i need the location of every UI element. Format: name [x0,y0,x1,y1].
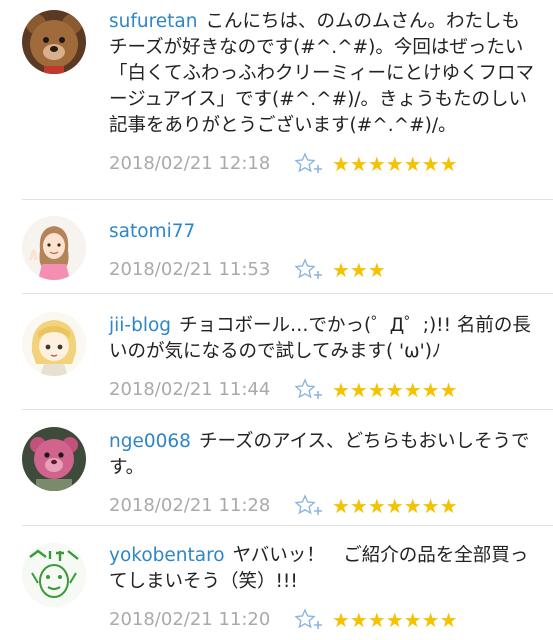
add-star-icon [295,494,322,515]
comment-meta: 2018/02/21 12:18 ★★★★★★★ [109,151,535,177]
add-star-icon [295,258,322,279]
avatar-blonde-character[interactable] [22,312,86,376]
add-star-icon [295,152,322,173]
comment-date[interactable]: 2018/02/21 11:44 [109,377,270,403]
comment-date[interactable]: 2018/02/21 11:28 [109,493,270,519]
star-rating[interactable]: ★★★★★★★ [332,493,458,519]
teddy-bear-image [22,10,86,74]
comment-text: チョコボール…でかっ(゜Д゜;)!! 名前の長いのが気になるので試してみます( … [109,315,531,362]
add-star-button[interactable] [295,378,323,402]
pink-bear-toy-image [22,427,86,491]
star-rating[interactable]: ★★★★★★★ [332,377,458,403]
avatar-pink-bear[interactable] [22,427,86,491]
comment-date[interactable]: 2018/02/21 11:20 [109,607,270,633]
comment-meta: 2018/02/21 11:20 ★★★★★★★ [109,607,535,633]
comment-username[interactable]: jii-blog [109,315,171,336]
comment-list: sufuretan こんにちは、のムのムさん。わたしもチーズが好きなのです(#^.… [0,0,553,640]
comment-item: jii-blog チョコボール…でかっ(゜Д゜;)!! 名前の長いのが気になるので… [0,294,553,410]
comment-username[interactable]: yokobentaro [109,545,225,566]
comment-date[interactable]: 2018/02/21 11:53 [109,257,270,283]
comment-username[interactable]: satomi77 [109,221,195,242]
green-stamp-image [22,543,86,607]
girl-illustration-image [22,216,86,280]
star-rating[interactable]: ★★★★★★★ [332,607,458,633]
add-star-button[interactable] [295,152,323,176]
comment-meta: 2018/02/21 11:53 ★★★ [109,257,535,283]
comment-date[interactable]: 2018/02/21 12:18 [109,151,270,177]
comment-item: nge0068 チーズのアイス、どちらもおいしそうです。 2018/02/21 1… [0,410,553,526]
avatar-green-stamp[interactable] [22,543,86,607]
add-star-button[interactable] [295,258,323,282]
star-rating[interactable]: ★★★ [332,257,386,283]
add-star-icon [295,608,322,629]
comment-username[interactable]: sufuretan [109,11,198,32]
avatar-teddy-bear[interactable] [22,10,86,74]
add-star-button[interactable] [295,608,323,632]
comment-item: yokobentaro ヤバいッ！ ご紹介の品を全部買ってしまいそう（笑）!!! … [0,526,553,640]
avatar-girl[interactable] [22,216,86,280]
comment-meta: 2018/02/21 11:28 ★★★★★★★ [109,493,535,519]
add-star-icon [295,378,322,399]
add-star-button[interactable] [295,494,323,518]
comment-meta: 2018/02/21 11:44 ★★★★★★★ [109,377,535,403]
star-rating[interactable]: ★★★★★★★ [332,151,458,177]
blonde-character-image [22,312,86,376]
comment-username[interactable]: nge0068 [109,431,191,452]
comment-item: satomi77 2018/02/21 11:53 ★★★ [0,200,553,294]
comment-item: sufuretan こんにちは、のムのムさん。わたしもチーズが好きなのです(#^.… [0,0,553,200]
